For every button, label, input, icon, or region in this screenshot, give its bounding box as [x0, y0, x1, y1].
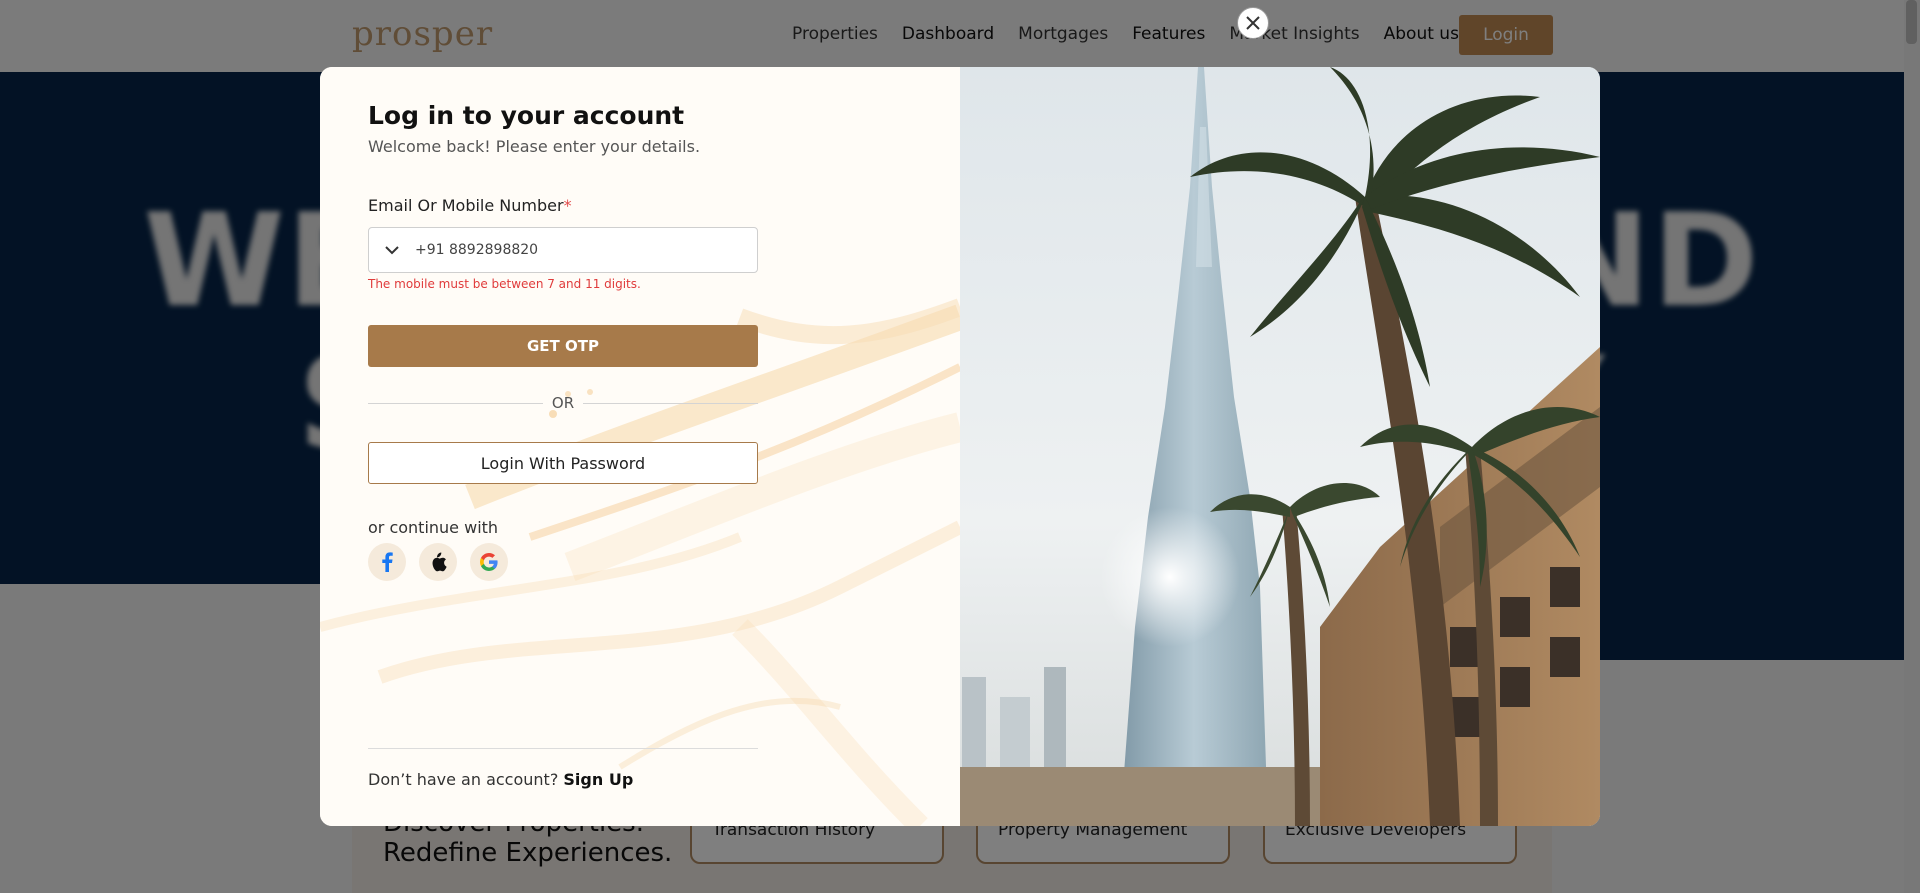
chevron-down-icon: [385, 245, 399, 254]
email-mobile-label: Email Or Mobile Number*: [368, 196, 572, 215]
close-modal-button[interactable]: [1237, 7, 1269, 39]
close-icon: [1246, 16, 1260, 30]
email-mobile-input[interactable]: [415, 230, 735, 270]
country-code-dropdown[interactable]: [369, 228, 415, 272]
apple-login-button[interactable]: [419, 543, 457, 581]
facebook-icon: [382, 552, 393, 572]
signup-prompt: Don’t have an account? Sign Up: [368, 770, 633, 789]
email-mobile-field: [368, 227, 758, 273]
required-asterisk: *: [563, 196, 572, 215]
login-form-panel: Log in to your account Welcome back! Ple…: [320, 67, 960, 826]
modal-title: Log in to your account: [368, 101, 685, 130]
apple-icon: [432, 552, 447, 572]
divider-line-right: [583, 402, 759, 404]
validation-error-message: The mobile must be between 7 and 11 digi…: [368, 277, 641, 291]
signup-link[interactable]: Sign Up: [563, 770, 633, 789]
footer-divider: [368, 748, 758, 749]
burj-khalifa-palm-photo: [960, 67, 1600, 826]
modal-subtitle: Welcome back! Please enter your details.: [368, 137, 701, 156]
continue-with-label: or continue with: [368, 518, 499, 537]
google-icon: [480, 553, 498, 571]
login-with-password-button[interactable]: Login With Password: [368, 442, 758, 484]
or-label: OR: [551, 394, 575, 412]
signup-prompt-text: Don’t have an account?: [368, 770, 559, 789]
or-divider: OR: [368, 392, 759, 414]
email-mobile-label-text: Email Or Mobile Number: [368, 196, 564, 215]
facebook-login-button[interactable]: [368, 543, 406, 581]
google-login-button[interactable]: [470, 543, 508, 581]
city-photo-panel: [960, 67, 1600, 826]
login-modal: Log in to your account Welcome back! Ple…: [320, 67, 1600, 826]
social-login-buttons: [368, 543, 508, 581]
divider-line-left: [368, 402, 543, 404]
get-otp-button[interactable]: GET OTP: [368, 325, 758, 367]
